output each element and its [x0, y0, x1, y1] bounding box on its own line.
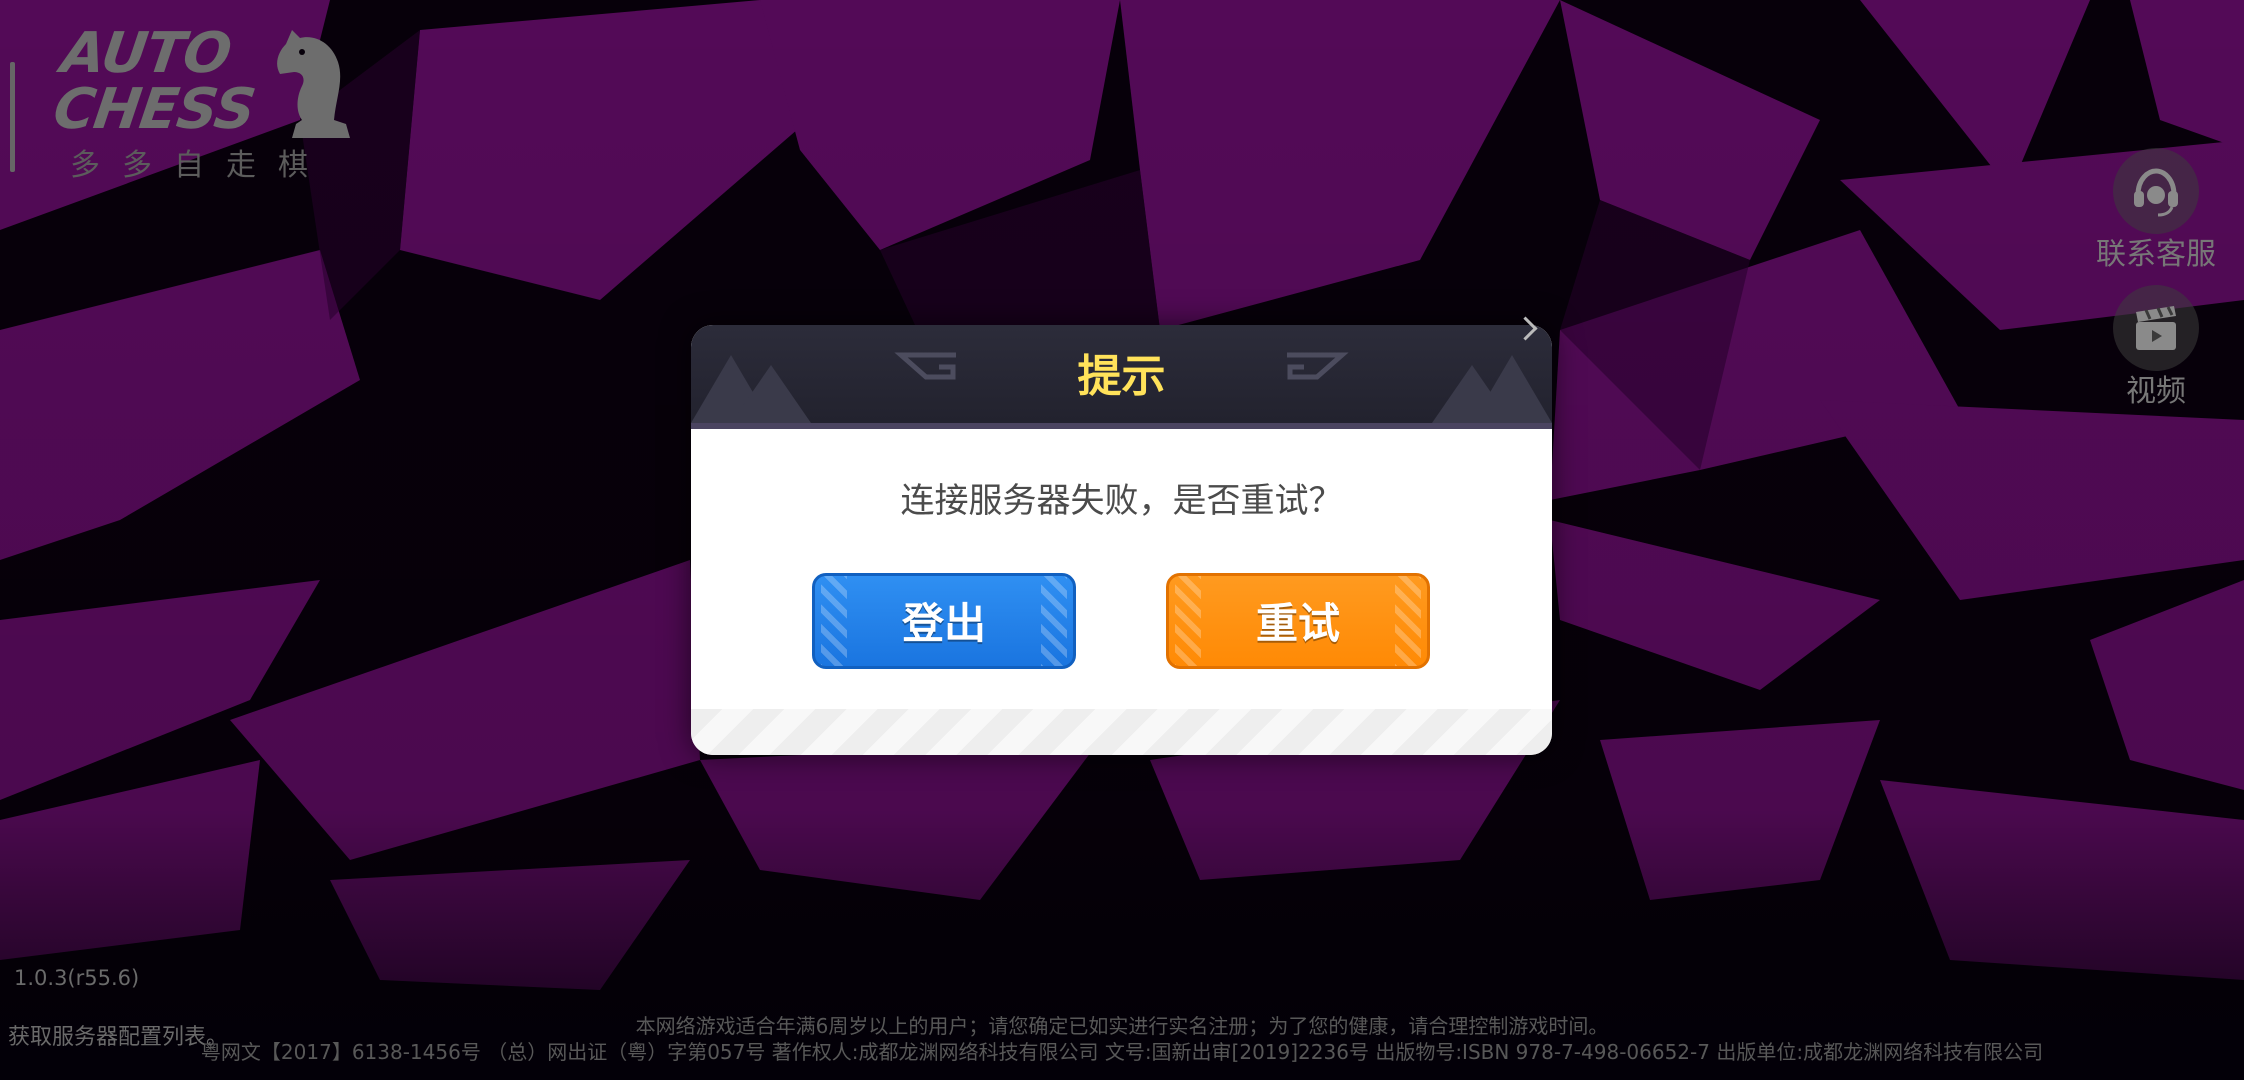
logo-bar: [10, 62, 15, 172]
dialog-header: 提示: [691, 325, 1552, 429]
game-logo: AUTO CHESS 多多自走棋: [10, 20, 370, 183]
customer-service-label: 联系客服: [2096, 237, 2216, 272]
dialog-title: 提示: [1077, 351, 1166, 402]
headset-icon: [2113, 148, 2199, 234]
retry-button[interactable]: 重试: [1166, 573, 1430, 669]
dialog-message: 连接服务器失败，是否重试？: [900, 481, 1343, 521]
license-info: 粤网文【2017】6138-1456号 （总）网出证（粤）字第057号 著作权人…: [200, 1040, 2044, 1064]
video-button[interactable]: 视频: [2086, 285, 2226, 411]
clapperboard-icon: [2113, 285, 2199, 371]
button-decoration: [1395, 576, 1421, 666]
version-label: 1.0.3(r55.6): [14, 966, 140, 990]
health-notice: 本网络游戏适合年满6周岁以上的用户；请您确定已如实进行实名注册；为了您的健康，请…: [635, 1014, 1609, 1038]
connection-error-dialog: 提示 连接服务器失败，是否重试？ 登出 重试: [691, 325, 1552, 755]
dialog-footer-pattern: [691, 709, 1552, 755]
logout-label: 登出: [901, 599, 986, 648]
logo-subtitle: 多多自走棋: [70, 148, 330, 183]
customer-service-button[interactable]: 联系客服: [2086, 148, 2226, 274]
knight-icon: [277, 30, 350, 138]
button-decoration: [821, 576, 847, 666]
logout-button[interactable]: 登出: [812, 573, 1076, 669]
retry-label: 重试: [1255, 599, 1340, 648]
button-decoration: [1175, 576, 1201, 666]
video-label: 视频: [2126, 374, 2186, 409]
button-decoration: [1041, 576, 1067, 666]
